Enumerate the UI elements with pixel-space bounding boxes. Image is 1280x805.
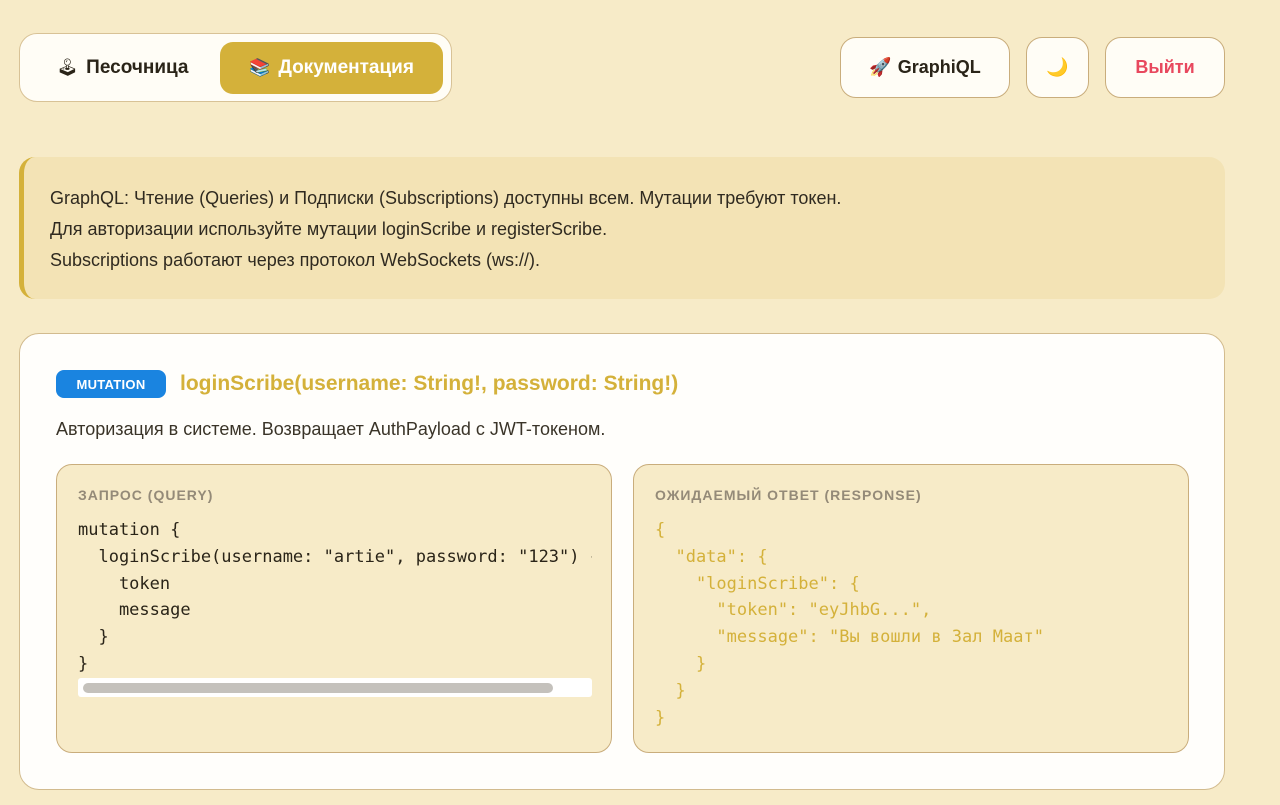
info-line: GraphQL: Чтение (Queries) и Подписки (Su… <box>50 188 842 208</box>
mode-tabs: 🕹 Песочница 📚 Документация <box>19 33 452 102</box>
horizontal-scrollbar[interactable] <box>78 678 592 697</box>
response-code: { "data": { "loginScribe": { "token": "e… <box>655 520 1044 728</box>
response-panel: ОЖИДАЕМЫЙ ОТВЕТ (RESPONSE) { "data": { "… <box>633 464 1189 753</box>
tab-sandbox[interactable]: 🕹 Песочница <box>28 42 217 94</box>
operation-type-badge: MUTATION <box>56 370 166 398</box>
joystick-icon: 🕹 <box>56 57 79 77</box>
rocket-icon: 🚀 <box>869 57 892 77</box>
response-panel-title: ОЖИДАЕМЫЙ ОТВЕТ (RESPONSE) <box>655 487 922 503</box>
operation-description: Авторизация в системе. Возвращает AuthPa… <box>56 419 606 439</box>
info-line: Для авторизации используйте мутации logi… <box>50 219 608 239</box>
query-code[interactable]: mutation { loginScribe(username: "artie"… <box>78 517 592 678</box>
operation-header: MUTATION loginScribe(username: String!, … <box>56 370 678 398</box>
tab-docs[interactable]: 📚 Документация <box>220 41 443 94</box>
query-panel: ЗАПРОС (QUERY) mutation { loginScribe(us… <box>56 464 612 753</box>
theme-toggle-button[interactable]: 🌙 <box>1026 37 1089 98</box>
graphiql-button[interactable]: 🚀 GraphiQL <box>840 37 1010 98</box>
graphiql-button-label: GraphiQL <box>897 57 981 77</box>
query-panel-title: ЗАПРОС (QUERY) <box>78 487 214 503</box>
operation-card: MUTATION loginScribe(username: String!, … <box>19 333 1225 790</box>
operation-signature: loginScribe(username: String!, password:… <box>180 372 679 395</box>
tab-docs-label: Документация <box>278 56 414 78</box>
scrollbar-thumb[interactable] <box>83 683 553 693</box>
books-icon: 📚 <box>249 57 271 77</box>
tab-sandbox-label: Песочница <box>86 56 189 78</box>
logout-button[interactable]: Выйти <box>1105 37 1225 98</box>
info-notice: GraphQL: Чтение (Queries) и Подписки (Su… <box>19 157 1225 299</box>
info-line: Subscriptions работают через протокол We… <box>50 250 540 270</box>
moon-icon: 🌙 <box>1046 57 1069 77</box>
